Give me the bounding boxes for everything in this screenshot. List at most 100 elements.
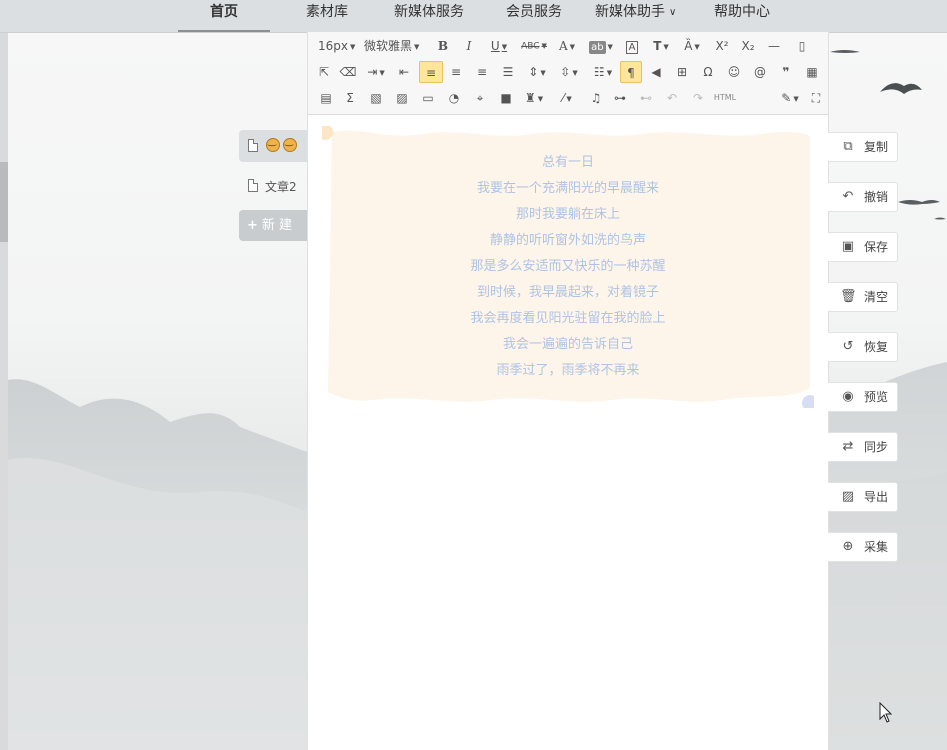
formula-icon[interactable]: Σ [340, 87, 360, 109]
format-brush-icon[interactable]: ♜ ▼ [520, 87, 548, 109]
copy-label: 复制 [864, 140, 889, 154]
html-icon[interactable]: HTML [712, 87, 738, 109]
drawing-icon[interactable]: ⊞ [672, 61, 692, 83]
font-family-value: 微软雅黑 [364, 39, 413, 53]
poem-line: 到时候，我早晨起来，对着镜子 [476, 285, 659, 300]
mouse-cursor-icon [879, 701, 893, 728]
undo-button[interactable]: ↶ 撤销 [828, 182, 898, 212]
rtl-icon[interactable]: ◀ [646, 61, 666, 83]
font-size-select[interactable]: 16px ▼ [318, 35, 355, 57]
align-justify-icon[interactable]: ☰ [498, 61, 518, 83]
save-button[interactable]: ▣ 保存 [828, 232, 898, 262]
strikethrough-icon[interactable]: ABC ▼ [520, 35, 548, 57]
poem-line: 那时我要躺在床上 [515, 207, 620, 222]
editor-toolbar: 16px ▼ 微软雅黑 ▼ B I U ▼ ABC ▼ A ▼ ab ▼ A T ▼ Ȁ ▼ X… [308, 32, 828, 115]
sync-label: 同步 [864, 440, 889, 454]
border-icon[interactable]: A [622, 35, 642, 57]
chevron-down-icon: ∨ [669, 7, 677, 18]
underline-icon[interactable]: U ▼ [486, 35, 512, 57]
video-icon[interactable]: ■ [496, 87, 516, 109]
nav-item-home[interactable]: 首页 [178, 0, 270, 32]
nav-item-media-assistant[interactable]: 新媒体助手 ∨ [595, 0, 676, 30]
image-icon[interactable]: ▧ [366, 87, 386, 109]
undo-icon[interactable]: ↶ [662, 87, 682, 109]
list-icon[interactable]: ☷ ▼ [588, 61, 618, 83]
poem-line: 我会一遍遍的告诉自己 [502, 337, 633, 352]
top-navigation: 首页 素材库 新媒体服务 会员服务 新媒体助手 ∨ 帮助中心 [0, 0, 947, 33]
at-icon[interactable]: @ [750, 61, 770, 83]
layout-icon[interactable]: ▭ [418, 87, 438, 109]
nav-item-help-center[interactable]: 帮助中心 [714, 0, 770, 30]
nav-item-media-assistant-label: 新媒体助手 [595, 4, 665, 20]
background-color-icon[interactable]: ab ▼ [586, 35, 616, 57]
export-button[interactable]: ▨ 导出 [828, 482, 898, 512]
superscript-icon[interactable]: X² [712, 35, 732, 57]
nav-item-media-services[interactable]: 新媒体服务 [394, 0, 464, 30]
special-char-icon[interactable]: Ω [698, 61, 718, 83]
redo-icon[interactable]: ↷ [688, 87, 708, 109]
left-edge-tab[interactable] [0, 162, 8, 242]
export-label: 导出 [864, 490, 889, 504]
preview-button[interactable]: ◉ 预览 [828, 382, 898, 412]
outdent-icon[interactable]: ⇤ [394, 61, 414, 83]
subscript-icon[interactable]: X₂ [738, 35, 758, 57]
template-icon[interactable]: ▤ [316, 87, 336, 109]
new-article-button[interactable]: + 新 建 [239, 210, 307, 241]
poem-line: 我要在一个充满阳光的早晨醒来 [476, 181, 659, 196]
emoji-icon [283, 136, 297, 152]
restore-button[interactable]: ↺ 恢复 [828, 332, 898, 362]
magic-wand-icon[interactable]: ⁄ ▼ [552, 87, 582, 109]
nav-item-materials[interactable]: 素材库 [306, 0, 348, 30]
edit-icon[interactable]: ✎ ▼ [776, 87, 804, 109]
quote-icon[interactable]: ❞ [776, 61, 796, 83]
ltr-icon[interactable]: ¶ [620, 61, 642, 83]
chart-icon[interactable]: ◔ [444, 87, 464, 109]
save-icon: ▣ [841, 239, 855, 254]
paragraph-spacing-icon[interactable]: ⇳ ▼ [554, 61, 584, 83]
unlink-icon[interactable]: ⊷ [636, 87, 656, 109]
emoji-face-icon[interactable]: ☺ [724, 61, 744, 83]
table-icon[interactable]: ▦ [802, 61, 822, 83]
indent-icon[interactable]: ⇥ ▼ [362, 61, 390, 83]
rich-text-editor: 16px ▼ 微软雅黑 ▼ B I U ▼ ABC ▼ A ▼ ab ▼ A T ▼ Ȁ ▼ X… [307, 32, 829, 750]
new-page-icon[interactable]: ▯ [792, 35, 812, 57]
align-center-icon[interactable]: ≡ [446, 61, 466, 83]
font-size-icon[interactable]: Ȁ ▼ [678, 35, 706, 57]
search-zoom-icon: ⊕ [842, 539, 854, 554]
font-size-value: 16px [318, 39, 348, 53]
poem-line: 那是多么安适而又快乐的一种苏醒 [470, 259, 666, 274]
bold-icon[interactable]: B [434, 35, 452, 57]
export-image-icon: ▨ [841, 489, 855, 504]
align-right-icon[interactable]: ≡ [472, 61, 492, 83]
map-icon[interactable]: ⌖ [470, 87, 490, 109]
left-edge-strip [0, 32, 8, 750]
sync-button[interactable]: ⇄ 同步 [828, 432, 898, 462]
poem-text[interactable]: 总有一日 我要在一个充满阳光的早晨醒来 那时我要躺在床上 静静的听听窗外如洗的鸟… [322, 150, 814, 384]
font-color-icon[interactable]: A ▼ [554, 35, 580, 57]
poem-line: 静静的听听窗外如洗的鸟声 [489, 233, 646, 248]
content-card[interactable]: 总有一日 我要在一个充满阳光的早晨醒来 那时我要躺在床上 静静的听听窗外如洗的鸟… [322, 126, 814, 408]
clear-button[interactable]: 🗑 清空 [828, 282, 898, 312]
italic-icon[interactable]: I [460, 35, 478, 57]
restore-label: 恢复 [864, 340, 889, 354]
save-label: 保存 [864, 240, 889, 254]
music-icon[interactable]: ♫ [586, 87, 606, 109]
fullscreen-icon[interactable]: ⛶ [806, 87, 826, 109]
line-spacing-icon[interactable]: ⇕ ▼ [522, 61, 552, 83]
document-icon [248, 139, 258, 152]
nav-item-membership[interactable]: 会员服务 [506, 0, 562, 30]
article-item-2[interactable]: 文章2 [239, 170, 307, 202]
image-gallery-icon[interactable]: ▨ [392, 87, 412, 109]
restore-icon: ↺ [842, 339, 854, 354]
font-family-select[interactable]: 微软雅黑 ▼ [364, 35, 419, 57]
sync-icon: ⇄ [842, 439, 854, 454]
horizontal-rule-icon[interactable]: — [764, 35, 784, 57]
select-icon[interactable]: ⇱ [314, 61, 334, 83]
align-left-icon[interactable]: ≡ [419, 61, 443, 83]
text-effect-icon[interactable]: T ▼ [648, 35, 674, 57]
article-item-1[interactable] [239, 130, 307, 162]
eraser-icon[interactable]: ⌫ [338, 61, 358, 83]
link-icon[interactable]: ⊶ [610, 87, 630, 109]
collect-button[interactable]: ⊕ 采集 [828, 532, 898, 562]
copy-button[interactable]: ⧉ 复制 [828, 132, 898, 162]
